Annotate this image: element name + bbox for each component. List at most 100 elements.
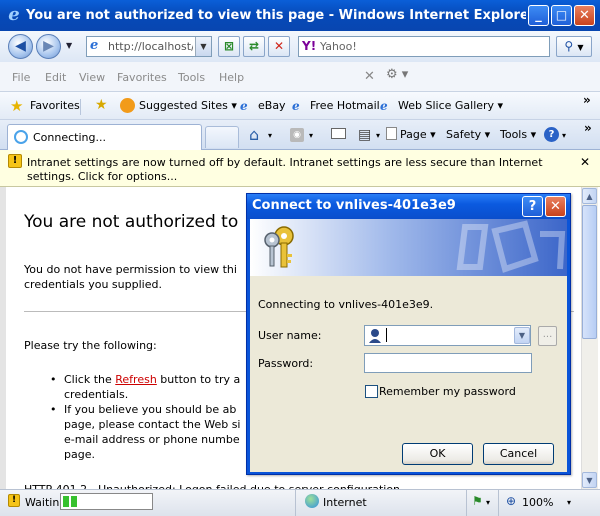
ie-logo-icon: e bbox=[8, 4, 20, 25]
bullet-1-line-1: Click the Refresh button to try a bbox=[64, 372, 240, 387]
back-button[interactable]: ◀ bbox=[8, 34, 33, 59]
username-dropdown-icon[interactable]: ▼ bbox=[514, 327, 530, 344]
safety-menu[interactable]: Safety ▾ bbox=[446, 128, 490, 141]
dialog-help-button[interactable]: ? bbox=[522, 196, 543, 217]
favorites-star-icon: ★ bbox=[10, 97, 24, 115]
feeds-icon[interactable]: ◉ bbox=[290, 128, 304, 142]
home-dropdown-icon[interactable]: ▾ bbox=[268, 131, 272, 140]
search-input[interactable]: Yahoo! bbox=[320, 40, 357, 53]
close-infobar-icon[interactable]: ✕ bbox=[580, 155, 590, 169]
menu-edit[interactable]: Edit bbox=[45, 71, 66, 84]
address-dropdown-icon[interactable]: ▼ bbox=[195, 37, 211, 56]
stop-icon[interactable]: ✕ bbox=[268, 36, 290, 57]
fav-web-slice-gallery[interactable]: Web Slice Gallery ▾ bbox=[398, 99, 503, 112]
loading-icon bbox=[14, 130, 28, 144]
status-text: Waitin bbox=[25, 496, 60, 509]
cancel-button[interactable]: Cancel bbox=[483, 443, 554, 465]
bullet: • bbox=[50, 403, 57, 416]
zoom-icon[interactable]: ⊕ bbox=[506, 494, 516, 508]
page-title: You are not authorized to bbox=[24, 212, 239, 232]
zoom-dropdown-icon[interactable]: ▾ bbox=[567, 498, 571, 507]
zoom-level[interactable]: 100% bbox=[522, 496, 553, 509]
username-field[interactable] bbox=[364, 325, 531, 346]
address-input[interactable]: http://localhost/l bbox=[108, 40, 193, 53]
minimize-button[interactable]: _ bbox=[528, 5, 549, 26]
forward-button[interactable]: ▶ bbox=[36, 34, 61, 59]
bullet-2-line-3: e-mail address or phone numbe bbox=[64, 433, 240, 446]
scroll-thumb[interactable] bbox=[582, 205, 597, 339]
fav-free-hotmail[interactable]: Free Hotmail bbox=[310, 99, 380, 112]
chevron-more-icon[interactable]: » bbox=[583, 93, 591, 107]
try-heading: Please try the following: bbox=[24, 339, 157, 352]
compatibility-view-icon[interactable]: ⊠ bbox=[218, 36, 240, 57]
ie-page-icon: e bbox=[380, 99, 388, 113]
security-zone[interactable]: Internet bbox=[323, 496, 367, 509]
remember-password-label[interactable]: Remember my password bbox=[379, 385, 516, 398]
print-dropdown-icon[interactable]: ▾ bbox=[376, 131, 380, 140]
remember-password-checkbox[interactable] bbox=[365, 385, 378, 398]
window-title: You are not authorized to view this page… bbox=[26, 8, 526, 23]
search-button[interactable]: ⚲ ▼ bbox=[556, 36, 592, 57]
ok-button[interactable]: OK bbox=[402, 443, 473, 465]
dialog-close-button[interactable]: ✕ bbox=[545, 196, 566, 217]
scroll-up-icon[interactable]: ▲ bbox=[582, 188, 597, 204]
search-options-icon[interactable]: ▼ bbox=[577, 43, 583, 52]
refresh-link[interactable]: Refresh bbox=[115, 373, 157, 386]
text-cursor bbox=[386, 328, 387, 342]
information-bar-text[interactable]: Intranet settings are now turned off by … bbox=[27, 156, 572, 184]
shield-warning-icon: ! bbox=[8, 154, 22, 168]
error-footer: HTTP 401.2 - Unauthorized: Logon failed … bbox=[24, 480, 414, 489]
new-tab-button[interactable] bbox=[205, 126, 239, 148]
page-icon: e bbox=[90, 38, 99, 53]
add-to-favorites-icon[interactable]: ★ bbox=[95, 97, 108, 113]
home-icon[interactable]: ⌂ bbox=[249, 125, 259, 144]
print-icon[interactable]: ▤ bbox=[358, 127, 371, 143]
mail-icon[interactable] bbox=[331, 128, 346, 139]
menu-help[interactable]: Help bbox=[219, 71, 244, 84]
translate-icon[interactable]: ⚙ ▾ bbox=[386, 67, 408, 82]
yahoo-logo-icon: Y! bbox=[302, 39, 317, 53]
keys-icon bbox=[262, 224, 302, 272]
fav-ebay[interactable]: eBay bbox=[258, 99, 286, 112]
page-menu[interactable]: Page ▾ bbox=[400, 128, 436, 141]
bullet-1-line-2: credentials. bbox=[64, 388, 129, 401]
scroll-down-icon[interactable]: ▼ bbox=[582, 472, 597, 488]
globe-icon bbox=[305, 494, 319, 508]
tab-label: Connecting... bbox=[33, 131, 106, 144]
close-menu-icon[interactable]: ✕ bbox=[364, 69, 375, 84]
maximize-button[interactable]: □ bbox=[551, 5, 572, 26]
tools-menu[interactable]: Tools ▾ bbox=[500, 128, 536, 141]
shield-warning-icon[interactable]: ! bbox=[8, 494, 20, 507]
fav-suggested-sites[interactable]: Suggested Sites ▾ bbox=[139, 99, 237, 112]
password-field[interactable] bbox=[364, 353, 532, 373]
help-icon[interactable]: ? bbox=[544, 127, 559, 142]
magnifier-icon: ⚲ bbox=[564, 39, 574, 53]
protected-mode-dropdown-icon[interactable]: ▾ bbox=[486, 498, 490, 507]
browse-button[interactable]: ... bbox=[538, 326, 557, 346]
permission-text-line-1: You do not have permission to view thi bbox=[24, 263, 237, 276]
password-label: Password: bbox=[258, 357, 314, 370]
menu-favorites[interactable]: Favorites bbox=[117, 71, 167, 84]
ie-page-icon: e bbox=[292, 99, 300, 113]
username-label: User name: bbox=[258, 329, 322, 342]
bullet-2-line-2: page, please contact the Web si bbox=[64, 418, 241, 431]
menu-file[interactable]: File bbox=[12, 71, 30, 84]
help-dropdown-icon[interactable]: ▾ bbox=[562, 131, 566, 140]
progress-segment bbox=[63, 496, 69, 507]
menu-view[interactable]: View bbox=[79, 71, 105, 84]
menu-tools[interactable]: Tools bbox=[178, 71, 205, 84]
dialog-message: Connecting to vnlives-401e3e9. bbox=[258, 298, 434, 311]
ie-page-icon: e bbox=[240, 99, 248, 113]
refresh-icon[interactable]: ⇄ bbox=[243, 36, 265, 57]
bullet-1-text: button to try a bbox=[156, 373, 241, 386]
favorites-button[interactable]: Favorites bbox=[30, 99, 80, 112]
chevron-more-icon[interactable]: » bbox=[584, 121, 592, 135]
protected-mode-icon[interactable]: ⚑ bbox=[472, 494, 483, 508]
recent-pages-dropdown-icon[interactable]: ▼ bbox=[66, 41, 72, 50]
feeds-dropdown-icon[interactable]: ▾ bbox=[309, 131, 313, 140]
close-window-button[interactable]: ✕ bbox=[574, 5, 595, 26]
dialog-title: Connect to vnlives-401e3e9 bbox=[252, 198, 456, 213]
bullet-2-line-4: page. bbox=[64, 448, 95, 461]
bullet-1-text: Click the bbox=[64, 373, 116, 386]
user-icon bbox=[368, 328, 382, 343]
